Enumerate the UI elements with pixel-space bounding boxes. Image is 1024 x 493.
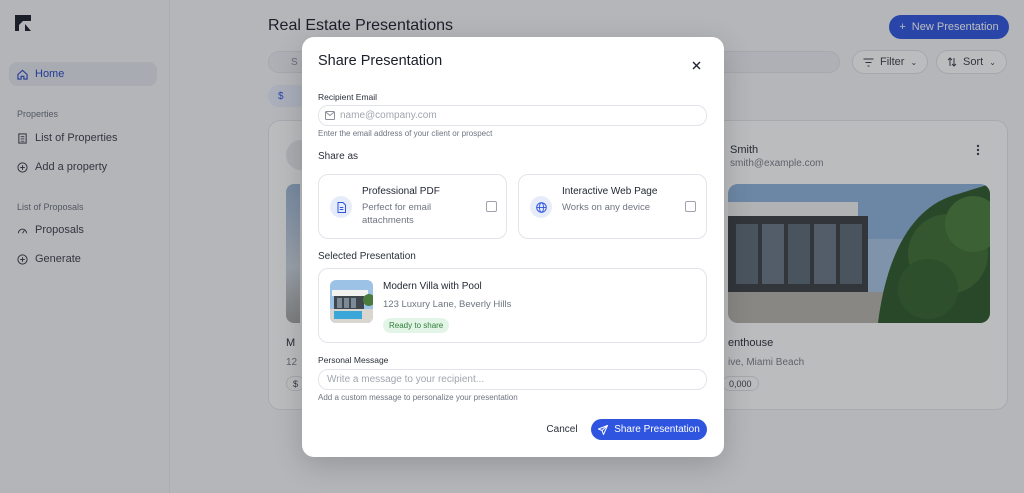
send-icon [598, 424, 609, 435]
recipient-email-label: Recipient Email [318, 92, 378, 102]
email-help-text: Enter the email address of your client o… [318, 129, 493, 138]
mail-icon [325, 111, 335, 120]
message-help-text: Add a custom message to personalize your… [318, 393, 518, 402]
option-interactive-web-page[interactable]: Interactive Web Page Works on any device [518, 174, 707, 239]
option-title: Interactive Web Page [562, 186, 658, 197]
dialog-title: Share Presentation [318, 53, 443, 69]
presentation-thumbnail [330, 280, 373, 323]
close-icon [692, 61, 700, 69]
pdf-checkbox[interactable] [486, 201, 497, 212]
share-as-label: Share as [318, 151, 359, 162]
share-presentation-button[interactable]: Share Presentation [591, 419, 707, 440]
globe-icon [530, 196, 552, 218]
share-presentation-dialog: Share Presentation Recipient Email Enter… [302, 37, 724, 457]
option-description: Works on any device [562, 202, 651, 213]
presentation-title: Modern Villa with Pool [383, 281, 482, 292]
message-field[interactable] [318, 369, 707, 390]
option-title: Professional PDF [362, 186, 440, 197]
option-description: Perfect for email attachments [362, 202, 432, 226]
selected-presentation-card: Modern Villa with Pool 123 Luxury Lane, … [318, 268, 707, 343]
presentation-address: 123 Luxury Lane, Beverly Hills [383, 299, 512, 310]
option-professional-pdf[interactable]: Professional PDF Perfect for email attac… [318, 174, 507, 239]
cancel-button[interactable]: Cancel [538, 419, 586, 439]
personal-message-label: Personal Message [318, 355, 389, 365]
share-button-label: Share Presentation [614, 424, 700, 435]
web-page-checkbox[interactable] [685, 201, 696, 212]
selected-presentation-label: Selected Presentation [318, 251, 416, 262]
email-field[interactable] [318, 105, 707, 126]
status-badge: Ready to share [383, 318, 450, 333]
close-button[interactable] [688, 57, 704, 73]
document-icon [330, 196, 352, 218]
